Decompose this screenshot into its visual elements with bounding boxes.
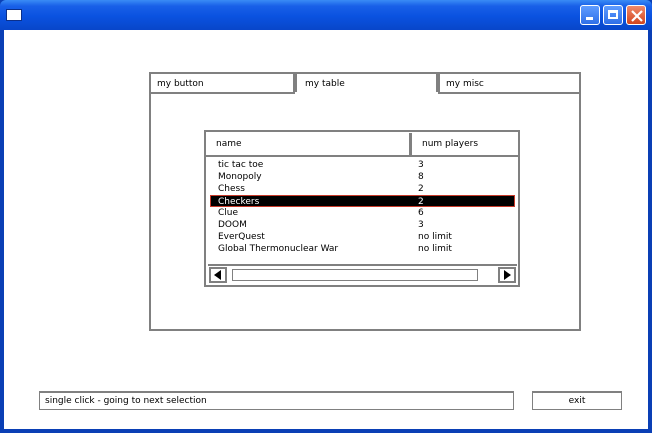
exit-button-label: exit [568,396,586,406]
title-bar[interactable] [0,0,652,30]
arrow-left-icon [214,270,221,280]
cell-name: EverQuest [218,232,265,242]
table-row[interactable]: Clue 6 [210,207,515,219]
cell-name: tic tac toe [218,160,264,170]
status-text: single click - going to next selection [45,396,207,406]
exit-button[interactable]: exit [532,391,622,410]
cell-name: Monopoly [218,172,262,182]
cell-num-players: 3 [418,160,424,170]
arrow-right-icon [504,270,511,280]
cell-name: Chess [218,184,245,194]
table-row[interactable]: Global Thermonuclear War no limit [210,243,515,255]
cell-name: Global Thermonuclear War [218,244,339,254]
cell-name: Clue [218,208,239,218]
column-header-num-players[interactable]: num players [412,133,518,155]
close-button[interactable] [626,5,646,25]
maximize-button[interactable] [603,5,623,25]
cell-num-players: 3 [418,220,424,230]
cell-num-players: no limit [418,232,452,242]
cell-num-players: 6 [418,208,424,218]
table-row[interactable]: DOOM 3 [210,219,515,231]
cell-name: DOOM [218,220,247,230]
cell-num-players: no limit [418,244,452,254]
close-icon [631,10,643,22]
table-row[interactable]: tic tac toe 3 [210,159,515,171]
client-area: my button my table my misc name num play… [4,30,648,429]
table-row[interactable]: EverQuest no limit [210,231,515,243]
scroll-left-button[interactable] [209,267,227,283]
app-icon[interactable] [6,9,22,21]
table-row[interactable]: Checkers 2 [210,195,515,207]
column-header-label: name [216,139,242,149]
cell-num-players: 2 [418,184,424,194]
column-header-label: num players [422,139,479,149]
scrollbar-thumb[interactable] [232,269,478,281]
table-row[interactable]: Monopoly 8 [210,171,515,183]
games-table: name num players tic tac toe 3 Monopoly 8 Ch… [204,130,520,287]
column-header-name[interactable]: name [206,133,412,155]
application-window: my button my table my misc name num play… [0,0,652,433]
minimize-button[interactable] [580,5,600,25]
horizontal-scrollbar[interactable] [208,264,517,284]
scroll-right-button[interactable] [498,267,516,283]
status-field[interactable]: single click - going to next selection [39,391,514,410]
table-row[interactable]: Chess 2 [210,183,515,195]
cell-num-players: 8 [418,172,424,182]
